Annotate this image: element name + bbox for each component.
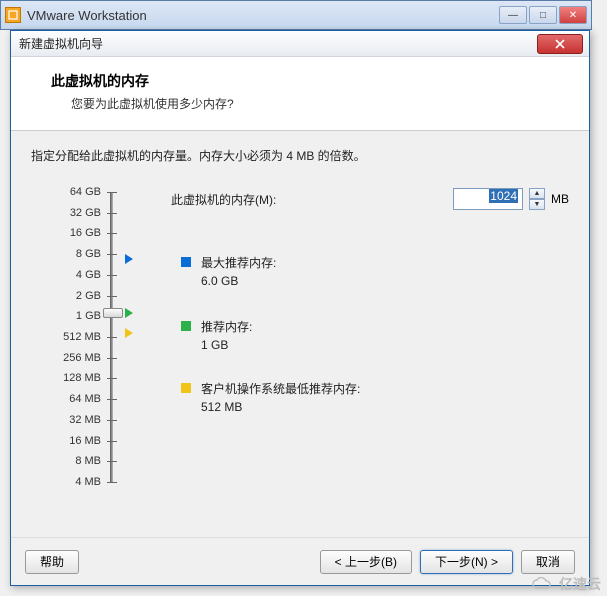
wizard-dialog: 新建虚拟机向导 此虚拟机的内存 您要为此虚拟机使用多少内存? 指定分配给此虚拟机… xyxy=(10,30,590,586)
memory-unit: MB xyxy=(551,192,569,206)
next-button[interactable]: 下一步(N) > xyxy=(420,550,513,574)
legend-rec-value: 1 GB xyxy=(201,336,252,354)
page-title: 此虚拟机的内存 xyxy=(51,71,569,91)
tick-label: 256 MB xyxy=(51,352,101,364)
wizard-close-button[interactable] xyxy=(537,34,583,54)
watermark-text: 亿速云 xyxy=(559,574,601,594)
spinner-up-icon[interactable]: ▲ xyxy=(529,188,545,199)
legend-min: 客户机操作系统最低推荐内存: 512 MB xyxy=(181,380,360,416)
tick-label: 8 GB xyxy=(51,248,101,260)
spinner-down-icon[interactable]: ▼ xyxy=(529,199,545,210)
legend-max-label: 最大推荐内存: xyxy=(201,254,276,272)
window-controls: — □ ✕ xyxy=(499,6,587,24)
tick-label: 2 GB xyxy=(51,290,101,302)
min-marker-icon xyxy=(125,328,133,338)
minimize-button[interactable]: — xyxy=(499,6,527,24)
tick-mark xyxy=(107,296,117,297)
tick-label: 8 MB xyxy=(51,455,101,467)
tick-mark xyxy=(107,337,117,338)
maximize-button[interactable]: □ xyxy=(529,6,557,24)
tick-label: 128 MB xyxy=(51,372,101,384)
memory-label: 此虚拟机的内存(M): xyxy=(171,191,453,208)
tick-mark xyxy=(107,378,117,379)
vmware-main-window: VMware Workstation — □ ✕ xyxy=(0,0,592,30)
vmware-titlebar: VMware Workstation — □ ✕ xyxy=(1,1,591,29)
legend-max-value: 6.0 GB xyxy=(201,272,276,290)
legend-max: 最大推荐内存: 6.0 GB xyxy=(181,254,276,290)
close-icon xyxy=(555,39,565,49)
wizard-content: 指定分配给此虚拟机的内存量。内存大小必须为 4 MB 的倍数。 64 GB 32 … xyxy=(11,131,589,551)
close-button[interactable]: ✕ xyxy=(559,6,587,24)
wizard-header: 此虚拟机的内存 您要为此虚拟机使用多少内存? xyxy=(11,57,589,131)
memory-input-row: 此虚拟机的内存(M): 1024 ▲ ▼ MB xyxy=(171,188,569,210)
tick-mark xyxy=(107,441,117,442)
instruction-text: 指定分配给此虚拟机的内存量。内存大小必须为 4 MB 的倍数。 xyxy=(31,147,569,164)
vmware-logo-icon xyxy=(5,7,21,23)
cloud-icon xyxy=(531,576,555,592)
tick-mark xyxy=(107,254,117,255)
green-box-icon xyxy=(181,321,191,331)
wizard-titlebar: 新建虚拟机向导 xyxy=(11,31,589,57)
slider-thumb[interactable] xyxy=(103,308,123,318)
back-button[interactable]: < 上一步(B) xyxy=(320,550,412,574)
tick-label: 1 GB xyxy=(51,310,101,322)
page-subtitle: 您要为此虚拟机使用多少内存? xyxy=(71,95,569,112)
tick-mark xyxy=(107,192,117,193)
tick-mark xyxy=(107,399,117,400)
tick-label: 4 GB xyxy=(51,269,101,281)
legend-min-value: 512 MB xyxy=(201,398,360,416)
tick-label: 4 MB xyxy=(51,476,101,488)
tick-label: 32 GB xyxy=(51,207,101,219)
tick-label: 64 MB xyxy=(51,393,101,405)
memory-row: 64 GB 32 GB 16 GB 8 GB 4 GB 2 GB 1 GB 512 MB 256… xyxy=(31,188,569,498)
memory-input[interactable]: 1024 xyxy=(453,188,523,210)
legend-min-label: 客户机操作系统最低推荐内存: xyxy=(201,380,360,398)
info-column: 此虚拟机的内存(M): 1024 ▲ ▼ MB 最大推荐内存: 6.0 xyxy=(131,188,569,498)
watermark: 亿速云 xyxy=(531,574,601,594)
tick-mark xyxy=(107,233,117,234)
wizard-button-bar: 帮助 < 上一步(B) 下一步(N) > 取消 xyxy=(11,537,589,585)
tick-label: 16 MB xyxy=(51,435,101,447)
help-button[interactable]: 帮助 xyxy=(25,550,79,574)
memory-slider[interactable]: 64 GB 32 GB 16 GB 8 GB 4 GB 2 GB 1 GB 512 MB 256… xyxy=(31,188,131,498)
memory-spinner[interactable]: ▲ ▼ xyxy=(529,188,545,210)
memory-input-group: 1024 ▲ ▼ MB xyxy=(453,188,569,210)
legend-rec: 推荐内存: 1 GB xyxy=(181,318,252,354)
tick-label: 512 MB xyxy=(51,331,101,343)
tick-mark xyxy=(107,461,117,462)
tick-label: 32 MB xyxy=(51,414,101,426)
tick-mark xyxy=(107,275,117,276)
tick-mark xyxy=(107,358,117,359)
vmware-title: VMware Workstation xyxy=(27,8,499,23)
yellow-box-icon xyxy=(181,383,191,393)
tick-label: 64 GB xyxy=(51,186,101,198)
cancel-button[interactable]: 取消 xyxy=(521,550,575,574)
tick-mark xyxy=(107,482,117,483)
tick-mark xyxy=(107,420,117,421)
tick-mark xyxy=(107,213,117,214)
tick-label: 16 GB xyxy=(51,227,101,239)
legend-rec-label: 推荐内存: xyxy=(201,318,252,336)
blue-box-icon xyxy=(181,257,191,267)
rec-marker-icon xyxy=(125,308,133,318)
max-marker-icon xyxy=(125,254,133,264)
wizard-title: 新建虚拟机向导 xyxy=(19,35,537,52)
